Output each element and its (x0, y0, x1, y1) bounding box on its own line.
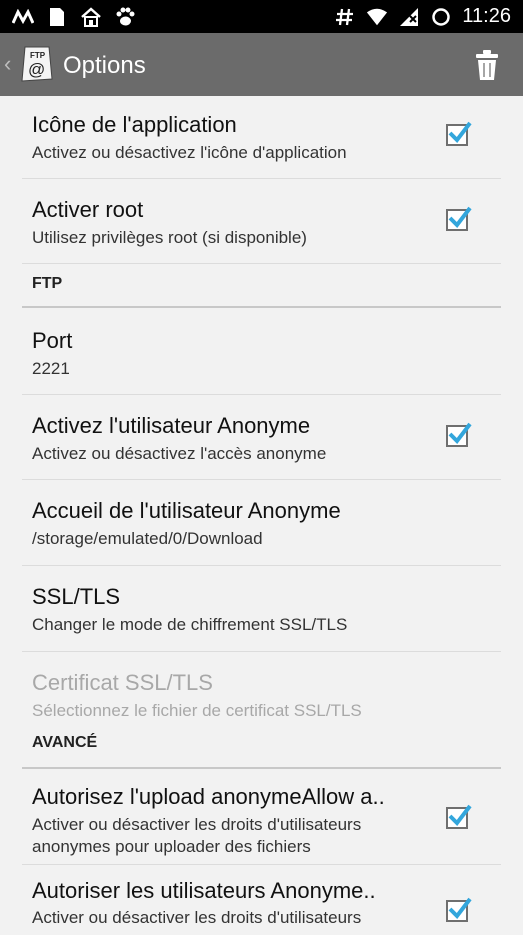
page-title: Options (63, 52, 146, 79)
setting-subtitle: Changer le mode de chiffrement SSL/TLS (32, 615, 348, 634)
anonymous-user-checkbox[interactable] (446, 422, 472, 447)
anonymous-upload-setting[interactable]: Autorisez l'upload anonymeAllow a.. Acti… (22, 769, 501, 865)
anonymous-user-setting[interactable]: Activez l'utilisateur Anonyme Activez ou… (22, 395, 501, 480)
wifi-icon (366, 6, 388, 28)
setting-subtitle: Utilisez privilèges root (si disponible) (32, 228, 307, 247)
section-header-ftp: FTP (22, 264, 501, 308)
ftp-app-icon[interactable]: FTP @ (19, 45, 55, 83)
paw-icon (114, 6, 136, 28)
m-logo-icon (12, 6, 34, 28)
action-bar: ‹ FTP @ Options (0, 33, 523, 96)
hash-icon (334, 6, 356, 28)
setting-subtitle: Sélectionnez le fichier de certificat SS… (32, 701, 362, 720)
back-chevron-icon[interactable]: ‹ (4, 51, 11, 77)
section-title: FTP (32, 275, 63, 292)
setting-subtitle-line2: anonymes pour uploader des fichiers (32, 837, 311, 856)
setting-subtitle: 2221 (32, 359, 70, 378)
setting-subtitle: /storage/emulated/0/Download (32, 529, 263, 548)
app-icon-setting[interactable]: Icône de l'application Activez ou désact… (22, 96, 501, 179)
setting-title: Autorisez l'upload anonymeAllow a.. (32, 784, 385, 809)
anonymous-home-setting[interactable]: Accueil de l'utilisateur Anonyme /storag… (22, 480, 501, 566)
setting-title: Icône de l'application (32, 112, 237, 137)
signal-icon (398, 6, 420, 28)
app-icon-at: @ (28, 60, 45, 79)
setting-title: Activez l'utilisateur Anonyme (32, 413, 311, 438)
anonymous-users-rights-checkbox[interactable] (446, 897, 472, 922)
status-bar: 11:26 (0, 0, 523, 33)
section-header-advanced: AVANCÉ (22, 726, 501, 769)
root-checkbox[interactable] (446, 206, 472, 231)
sync-icon (430, 6, 452, 28)
root-setting[interactable]: Activer root Utilisez privilèges root (s… (22, 179, 501, 264)
document-icon (46, 6, 68, 28)
anonymous-upload-checkbox[interactable] (446, 804, 472, 829)
setting-title: Accueil de l'utilisateur Anonyme (32, 498, 341, 523)
setting-subtitle-line1: Activer ou désactiver les droits d'utili… (32, 815, 362, 834)
setting-subtitle: Activez ou désactivez l'accès anonyme (32, 444, 327, 463)
setting-subtitle-line1: Activer ou désactiver les droits d'utili… (32, 908, 362, 927)
app-icon-checkbox[interactable] (446, 121, 472, 146)
anonymous-users-rights-setting[interactable]: Autoriser les utilisateurs Anonyme.. Act… (22, 865, 501, 935)
section-title: AVANCÉ (32, 734, 98, 751)
setting-title: SSL/TLS (32, 584, 121, 609)
setting-subtitle: Activez ou désactivez l'icône d'applicat… (32, 143, 347, 162)
house-icon (80, 6, 102, 28)
setting-title: Port (32, 328, 73, 353)
app-icon-label: FTP (30, 51, 46, 60)
setting-title: Activer root (32, 197, 144, 222)
settings-list: Icône de l'application Activez ou désact… (0, 96, 523, 935)
setting-title: Certificat SSL/TLS (32, 670, 213, 695)
ssl-certificate-setting: Certificat SSL/TLS Sélectionnez le fichi… (22, 652, 501, 726)
status-clock: 11:26 (462, 5, 511, 27)
port-setting[interactable]: Port 2221 (22, 308, 501, 395)
setting-title: Autoriser les utilisateurs Anonyme.. (32, 878, 376, 903)
trash-icon[interactable] (475, 49, 499, 81)
ssl-tls-setting[interactable]: SSL/TLS Changer le mode de chiffrement S… (22, 566, 501, 652)
